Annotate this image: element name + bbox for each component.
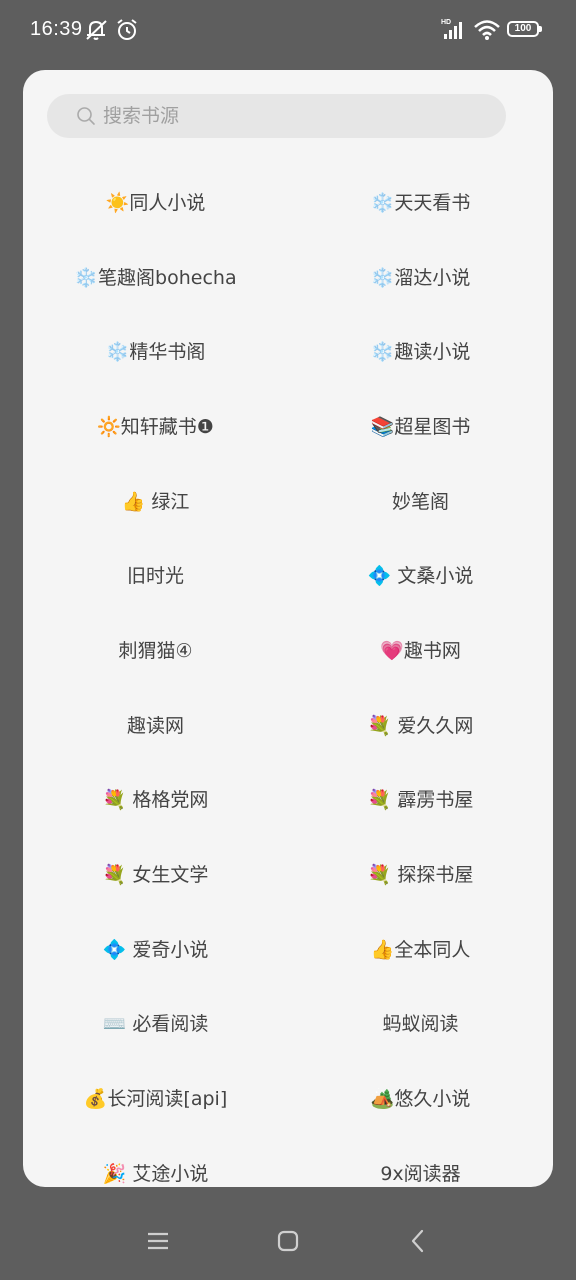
source-item[interactable]: 💐 爱久久网 (288, 687, 553, 762)
source-item[interactable]: 💐 女生文学 (23, 836, 288, 911)
battery-indicator: 100 (507, 21, 542, 37)
source-item[interactable]: 💐 霹雳书屋 (288, 762, 553, 837)
back-icon[interactable] (403, 1226, 433, 1256)
source-item[interactable]: 🔆知轩藏书❶ (23, 388, 288, 463)
signal-icon (443, 20, 467, 40)
source-item[interactable]: ❄️溜达小说 (288, 239, 553, 314)
source-item[interactable]: 💠 爱奇小说 (23, 911, 288, 986)
source-item[interactable]: 妙笔阁 (288, 463, 553, 538)
source-item[interactable]: ☀️同人小说 (23, 164, 288, 239)
source-item[interactable]: 💐 格格党网 (23, 762, 288, 837)
source-item[interactable]: 🏕️悠久小说 (288, 1060, 553, 1135)
source-item[interactable]: 👍 绿江 (23, 463, 288, 538)
navigation-bar (0, 1196, 576, 1280)
source-grid: ☀️同人小说 ❄️天天看书 ❄️笔趣阁bohecha ❄️溜达小说 ❄️精华书阁… (23, 164, 553, 1187)
source-item[interactable]: ⌨️ 必看阅读 (23, 986, 288, 1061)
source-item[interactable]: 💐 探探书屋 (288, 836, 553, 911)
source-item[interactable]: 9x阅读器 (288, 1135, 553, 1187)
search-box[interactable] (47, 94, 506, 138)
source-item[interactable]: ❄️趣读小说 (288, 313, 553, 388)
search-icon (76, 106, 96, 126)
source-item[interactable]: 💗趣书网 (288, 612, 553, 687)
home-icon[interactable] (273, 1226, 303, 1256)
source-item[interactable]: ❄️天天看书 (288, 164, 553, 239)
source-item[interactable]: ❄️精华书阁 (23, 313, 288, 388)
wifi-icon (473, 19, 501, 41)
source-item[interactable]: 趣读网 (23, 687, 288, 762)
source-item[interactable]: 📚超星图书 (288, 388, 553, 463)
source-item[interactable]: 💠 文桑小说 (288, 537, 553, 612)
source-item[interactable]: 旧时光 (23, 537, 288, 612)
source-picker-dialog: ☀️同人小说 ❄️天天看书 ❄️笔趣阁bohecha ❄️溜达小说 ❄️精华书阁… (23, 70, 553, 1187)
source-item[interactable]: ❄️笔趣阁bohecha (23, 239, 288, 314)
source-item[interactable]: 👍全本同人 (288, 911, 553, 986)
source-item[interactable]: 💰长河阅读[api] (23, 1060, 288, 1135)
source-item[interactable]: 🎉 艾途小说 (23, 1135, 288, 1187)
source-item[interactable]: 蚂蚁阅读 (288, 986, 553, 1061)
status-bar: 16:39 HD 100 (0, 0, 576, 62)
search-input[interactable] (103, 94, 493, 138)
mute-icon (84, 18, 110, 42)
source-item[interactable]: 刺猬猫④ (23, 612, 288, 687)
alarm-icon (115, 18, 139, 42)
menu-icon[interactable] (143, 1226, 173, 1256)
status-time: 16:39 (30, 18, 83, 40)
